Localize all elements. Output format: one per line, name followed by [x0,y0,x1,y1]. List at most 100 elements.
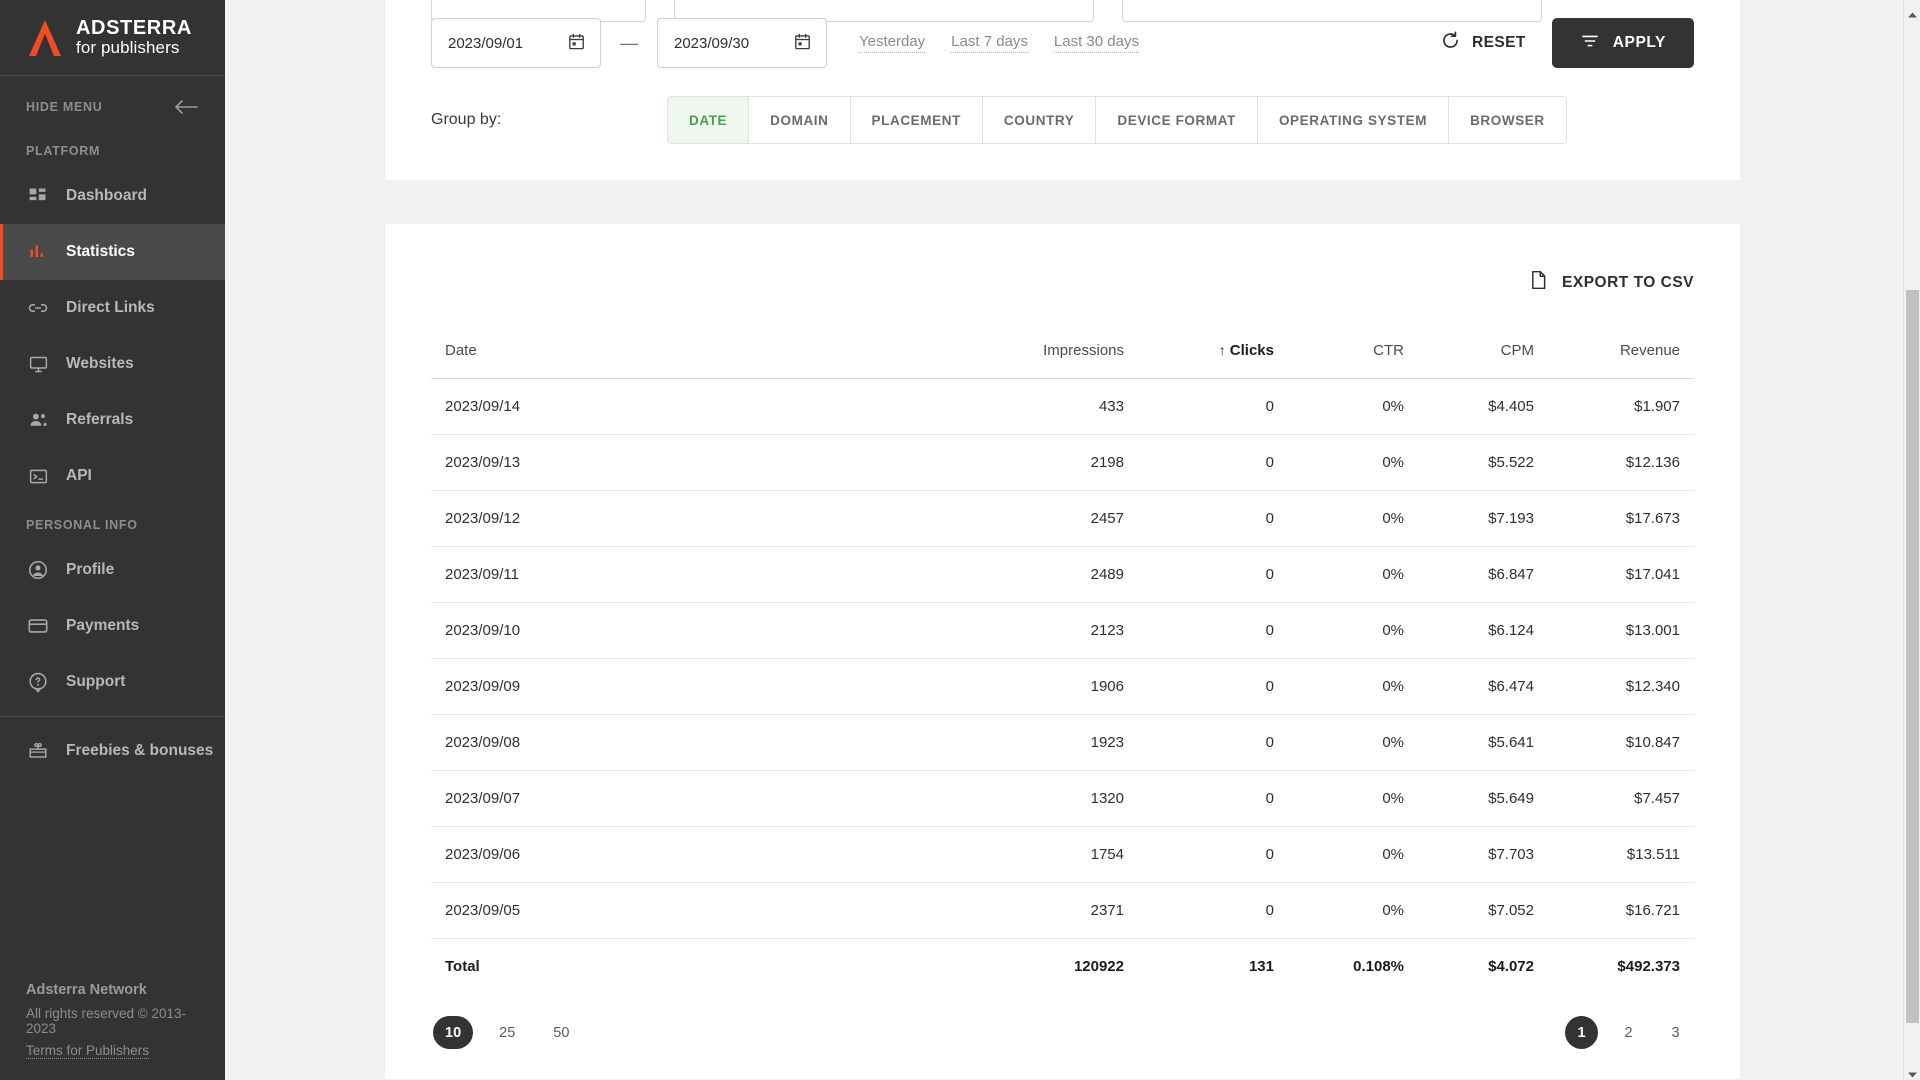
page-2[interactable]: 2 [1612,1016,1645,1049]
page-1[interactable]: 1 [1565,1016,1598,1049]
table-row[interactable]: 2023/09/13 2198 0 0% $5.522 $12.136 [431,434,1694,491]
table-row[interactable]: 2023/09/12 2457 0 0% $7.193 $17.673 [431,490,1694,547]
tab-operating-system[interactable]: OPERATING SYSTEM [1257,97,1450,143]
export-to-csv-button[interactable]: EXPORT TO CSV [1528,268,1694,297]
column-header-cpm[interactable]: CPM [1404,323,1534,379]
hide-menu-button[interactable]: HIDE MENU [0,84,225,130]
cell-total-impressions: 120922 [1073,958,1124,975]
cell-clicks: 0 [1124,378,1274,435]
sidebar-item-support[interactable]: Support [0,654,225,710]
quick-range-last-30-days[interactable]: Last 30 days [1053,33,1139,53]
cell-date: 2023/09/14 [431,378,974,435]
dashboard-icon [26,184,50,208]
sidebar-footer: Adsterra Network All rights reserved © 2… [0,982,225,1060]
date-from-input[interactable]: 2023/09/01 [431,18,601,68]
table-row[interactable]: 2023/09/05 2371 0 0% $7.052 $16.721 [431,882,1694,939]
sidebar-item-api[interactable]: API [0,448,225,504]
scroll-up-arrow-icon[interactable] [1907,6,1918,18]
sidebar-item-dashboard[interactable]: Dashboard [0,168,225,224]
cell-date: 2023/09/12 [431,490,974,547]
terms-for-publishers-link[interactable]: Terms for Publishers [26,1043,150,1059]
reset-button[interactable]: RESET [1440,30,1526,56]
tab-device-format[interactable]: DEVICE FORMAT [1096,97,1258,143]
date-to-value: 2023/09/30 [674,34,750,52]
cell-cpm: $6.124 [1404,602,1534,659]
cell-cpm: $7.703 [1404,826,1534,883]
tab-placement[interactable]: PLACEMENT [850,97,983,143]
refresh-icon [1440,30,1461,56]
cell-impressions: 2489 [974,546,1124,603]
cell-ctr: 0% [1274,378,1404,435]
sidebar-item-payments[interactable]: Payments [0,598,225,654]
scrollbar-thumb[interactable] [1906,290,1919,1023]
table-row[interactable]: 2023/09/08 1923 0 0% $5.641 $10.847 [431,714,1694,771]
brand-tagline: for publishers [76,38,180,58]
quick-range-last-7-days[interactable]: Last 7 days [951,33,1028,53]
column-header-impressions[interactable]: Impressions [974,323,1124,379]
column-header-clicks[interactable]: ↑ Clicks [1124,323,1274,379]
brand-logo[interactable]: ADSTERRA for publishers [0,0,225,76]
cell-impressions: 2457 [974,490,1124,547]
table-row[interactable]: 2023/09/06 1754 0 0% $7.703 $13.511 [431,826,1694,883]
cell-total-clicks: 131 [1248,958,1274,975]
sidebar-item-direct-links[interactable]: Direct Links [0,280,225,336]
page-size-50[interactable]: 50 [541,1016,581,1049]
sidebar-item-label: Referrals [66,411,134,428]
export-row: EXPORT TO CSV [431,254,1694,323]
sidebar-item-statistics[interactable]: Statistics [0,224,225,280]
statistics-icon [26,240,50,264]
cell-clicks: 0 [1124,546,1274,603]
sidebar-item-freebies-bonuses[interactable]: Freebies & bonuses [0,723,225,779]
cell-ctr: 0% [1274,602,1404,659]
apply-button[interactable]: APPLY [1551,18,1694,68]
cell-date: 2023/09/06 [431,826,974,883]
table-row[interactable]: 2023/09/09 1906 0 0% $6.474 $12.340 [431,658,1694,715]
page-size-25[interactable]: 25 [487,1016,527,1049]
credit-card-icon [26,614,50,638]
table-row[interactable]: 2023/09/14 433 0 0% $4.405 $1.907 [431,378,1694,435]
table-row[interactable]: 2023/09/10 2123 0 0% $6.124 $13.001 [431,602,1694,659]
cell-revenue: $13.001 [1534,602,1694,659]
tab-domain[interactable]: DOMAIN [749,97,851,143]
column-header-clicks-label: Clicks [1229,342,1274,359]
column-header-ctr[interactable]: CTR [1274,323,1404,379]
sidebar-item-profile[interactable]: Profile [0,542,225,598]
document-icon [1528,268,1549,297]
cell-clicks: 0 [1124,602,1274,659]
cell-revenue: $10.847 [1534,714,1694,771]
cell-ctr: 0% [1274,826,1404,883]
sidebar-item-referrals[interactable]: Referrals [0,392,225,448]
sidebar-item-websites[interactable]: Websites [0,336,225,392]
sidebar-item-label: Profile [66,561,115,578]
page-3[interactable]: 3 [1659,1016,1692,1049]
tab-country[interactable]: COUNTRY [982,97,1097,143]
column-header-date[interactable]: Date [431,323,974,379]
cell-ctr: 0% [1274,770,1404,827]
tab-browser[interactable]: BROWSER [1449,97,1566,143]
scroll-down-arrow-icon[interactable] [1907,1066,1918,1078]
cell-clicks: 0 [1124,490,1274,547]
monitor-icon [26,352,50,376]
table-head: Date Impressions ↑ Clicks CTR CPM Revenue [431,323,1694,379]
person-circle-icon [26,558,50,582]
link-icon [26,296,50,320]
date-range-row: 2023/09/01 — 2023/09/30 Yesterday Last 7… [431,18,1694,68]
cell-impressions: 2198 [974,434,1124,491]
date-to-input[interactable]: 2023/09/30 [657,18,827,68]
quick-range-links: Yesterday Last 7 days Last 30 days [859,33,1139,53]
table-body: 2023/09/14 433 0 0% $4.405 $1.907 2023/0… [431,378,1694,995]
section-label-platform: PLATFORM [26,144,101,158]
page-size-10[interactable]: 10 [433,1016,474,1049]
cell-ctr: 0% [1274,546,1404,603]
brand-text: ADSTERRA for publishers [76,18,192,57]
column-header-revenue[interactable]: Revenue [1534,323,1694,379]
cell-date: 2023/09/05 [431,882,974,939]
quick-range-yesterday[interactable]: Yesterday [859,33,926,53]
vertical-scrollbar[interactable] [1903,0,1920,1080]
sidebar-item-label: Statistics [66,243,135,260]
table-row[interactable]: 2023/09/07 1320 0 0% $5.649 $7.457 [431,770,1694,827]
filter-panel: 2023/09/01 — 2023/09/30 Yesterday Last 7… [385,0,1740,180]
sidebar-item-label: Freebies & bonuses [66,742,214,759]
table-row[interactable]: 2023/09/11 2489 0 0% $6.847 $17.041 [431,546,1694,603]
tab-date[interactable]: DATE [668,97,750,143]
